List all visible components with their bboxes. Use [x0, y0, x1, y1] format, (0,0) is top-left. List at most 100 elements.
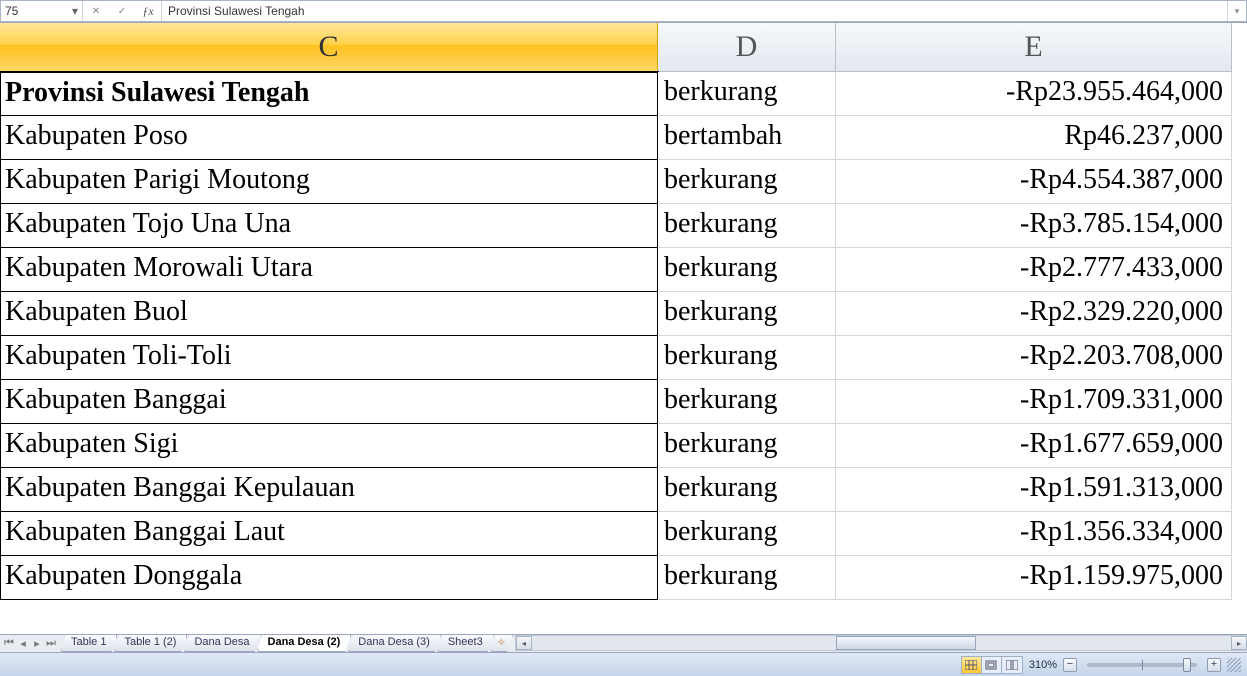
window-resize-grip[interactable] [1227, 658, 1241, 672]
sheet-tab[interactable]: Table 1 (2) [113, 635, 187, 652]
cell-D[interactable]: berkurang [658, 556, 836, 600]
zoom-label[interactable]: 310% [1029, 659, 1057, 671]
formula-input[interactable]: Provinsi Sulawesi Tengah [162, 1, 1228, 21]
spreadsheet-grid[interactable]: CDE Provinsi Sulawesi Tengahberkurang-Rp… [0, 22, 1247, 634]
table-row: Kabupaten Parigi Moutongberkurang-Rp4.55… [0, 160, 1247, 204]
cell-E[interactable]: -Rp1.709.331,000 [836, 380, 1232, 424]
cell-E[interactable]: Rp46.237,000 [836, 116, 1232, 160]
sheet-tab[interactable]: Sheet3 [437, 635, 494, 652]
cell-D[interactable]: berkurang [658, 424, 836, 468]
normal-view-button[interactable] [962, 657, 982, 673]
cell-C[interactable]: Kabupaten Toli-Toli [0, 336, 658, 380]
page-layout-view-button[interactable] [982, 657, 1002, 673]
cell-E[interactable]: -Rp2.777.433,000 [836, 248, 1232, 292]
tab-nav-prev[interactable]: ◂ [16, 637, 30, 650]
cell-C[interactable]: Kabupaten Tojo Una Una [0, 204, 658, 248]
scrollbar-thumb[interactable] [836, 636, 976, 650]
cell-C[interactable]: Kabupaten Banggai Kepulauan [0, 468, 658, 512]
cell-C[interactable]: Kabupaten Poso [0, 116, 658, 160]
cell-E[interactable]: -Rp4.554.387,000 [836, 160, 1232, 204]
cell-D[interactable]: berkurang [658, 380, 836, 424]
column-headers: CDE [0, 23, 1247, 72]
table-row: Kabupaten Tojo Una Unaberkurang-Rp3.785.… [0, 204, 1247, 248]
zoom-slider-midpoint [1142, 660, 1143, 670]
horizontal-scrollbar[interactable]: ◂ ▸ [515, 635, 1247, 651]
cell-E[interactable]: -Rp1.591.313,000 [836, 468, 1232, 512]
column-header-E[interactable]: E [836, 23, 1232, 72]
cell-D[interactable]: berkurang [658, 292, 836, 336]
page-break-view-button[interactable] [1002, 657, 1022, 673]
table-row: Kabupaten Morowali Utaraberkurang-Rp2.77… [0, 248, 1247, 292]
chevron-down-icon: ▾ [1235, 6, 1240, 17]
scroll-left-button[interactable]: ◂ [516, 636, 532, 650]
sheet-tab[interactable]: Dana Desa (2) [257, 635, 352, 652]
table-row: Provinsi Sulawesi Tengahberkurang-Rp23.9… [0, 72, 1247, 116]
zoom-slider[interactable] [1087, 663, 1197, 667]
cell-D[interactable]: berkurang [658, 248, 836, 292]
table-row: Kabupaten Sigiberkurang-Rp1.677.659,000 [0, 424, 1247, 468]
cell-D[interactable]: berkurang [658, 468, 836, 512]
column-header-C[interactable]: C [0, 23, 658, 72]
grid-view-icon [965, 660, 977, 670]
insert-function-button[interactable]: ƒx [135, 1, 161, 21]
cell-D[interactable]: berkurang [658, 204, 836, 248]
cell-E[interactable]: -Rp1.356.334,000 [836, 512, 1232, 556]
sheet-tab[interactable]: Dana Desa (3) [347, 635, 441, 652]
cell-D[interactable]: berkurang [658, 160, 836, 204]
cell-C[interactable]: Kabupaten Buol [0, 292, 658, 336]
cell-D[interactable]: berkurang [658, 72, 836, 116]
expand-formula-bar-button[interactable]: ▾ [1228, 1, 1246, 21]
sheet-tabs: Table 1Table 1 (2)Dana DesaDana Desa (2)… [60, 635, 509, 652]
name-box[interactable]: 75 [1, 4, 68, 18]
zoom-slider-thumb[interactable] [1183, 658, 1191, 672]
table-row: Kabupaten Buolberkurang-Rp2.329.220,000 [0, 292, 1247, 336]
cell-D[interactable]: berkurang [658, 512, 836, 556]
cell-C[interactable]: Kabupaten Parigi Moutong [0, 160, 658, 204]
accept-formula-button[interactable]: ✓ [109, 1, 135, 21]
table-row: Kabupaten PosobertambahRp46.237,000 [0, 116, 1247, 160]
tab-nav-next[interactable]: ▸ [30, 637, 44, 650]
cell-D[interactable]: berkurang [658, 336, 836, 380]
cell-D[interactable]: bertambah [658, 116, 836, 160]
column-header-D[interactable]: D [658, 23, 836, 72]
cell-C[interactable]: Kabupaten Donggala [0, 556, 658, 600]
new-sheet-tab[interactable]: ✧ [490, 635, 513, 652]
view-mode-buttons [961, 656, 1023, 674]
cell-C[interactable]: Kabupaten Sigi [0, 424, 658, 468]
fx-icon: ƒx [142, 4, 153, 19]
x-icon: ✕ [92, 6, 100, 17]
status-bar: 310% − + [0, 652, 1247, 676]
check-icon: ✓ [118, 6, 126, 17]
table-row: Kabupaten Banggai Kepulauanberkurang-Rp1… [0, 468, 1247, 512]
cell-E[interactable]: -Rp1.677.659,000 [836, 424, 1232, 468]
table-row: Kabupaten Toli-Toliberkurang-Rp2.203.708… [0, 336, 1247, 380]
table-row: Kabupaten Banggaiberkurang-Rp1.709.331,0… [0, 380, 1247, 424]
formula-bar: 75 ▾ ✕ ✓ ƒx Provinsi Sulawesi Tengah ▾ [0, 0, 1247, 22]
sheet-tab[interactable]: Table 1 [60, 635, 117, 652]
cell-E[interactable]: -Rp2.329.220,000 [836, 292, 1232, 336]
cell-E[interactable]: -Rp1.159.975,000 [836, 556, 1232, 600]
grid-rows: Provinsi Sulawesi Tengahberkurang-Rp23.9… [0, 72, 1247, 600]
table-row: Kabupaten Donggalaberkurang-Rp1.159.975,… [0, 556, 1247, 600]
tab-nav-first[interactable]: ⏮ [2, 637, 16, 650]
name-box-container: 75 ▾ [1, 1, 83, 21]
zoom-out-button[interactable]: − [1063, 658, 1077, 672]
scroll-right-button[interactable]: ▸ [1231, 636, 1247, 650]
cell-C[interactable]: Kabupaten Banggai [0, 380, 658, 424]
cell-E[interactable]: -Rp23.955.464,000 [836, 72, 1232, 116]
name-box-dropdown[interactable]: ▾ [68, 1, 82, 21]
tab-nav-buttons: ⏮ ◂ ▸ ⏭ [0, 635, 60, 652]
cell-C[interactable]: Kabupaten Banggai Laut [0, 512, 658, 556]
cell-E[interactable]: -Rp2.203.708,000 [836, 336, 1232, 380]
cell-C[interactable]: Provinsi Sulawesi Tengah [0, 72, 658, 116]
cancel-formula-button[interactable]: ✕ [83, 1, 109, 21]
page-layout-icon [985, 660, 997, 670]
cell-C[interactable]: Kabupaten Morowali Utara [0, 248, 658, 292]
sheet-tabs-bar: ⏮ ◂ ▸ ⏭ Table 1Table 1 (2)Dana DesaDana … [0, 634, 1247, 652]
tab-nav-last[interactable]: ⏭ [44, 637, 58, 650]
chevron-down-icon: ▾ [72, 4, 78, 18]
cell-E[interactable]: -Rp3.785.154,000 [836, 204, 1232, 248]
zoom-in-button[interactable]: + [1207, 658, 1221, 672]
table-row: Kabupaten Banggai Lautberkurang-Rp1.356.… [0, 512, 1247, 556]
sheet-tab[interactable]: Dana Desa [183, 635, 260, 652]
